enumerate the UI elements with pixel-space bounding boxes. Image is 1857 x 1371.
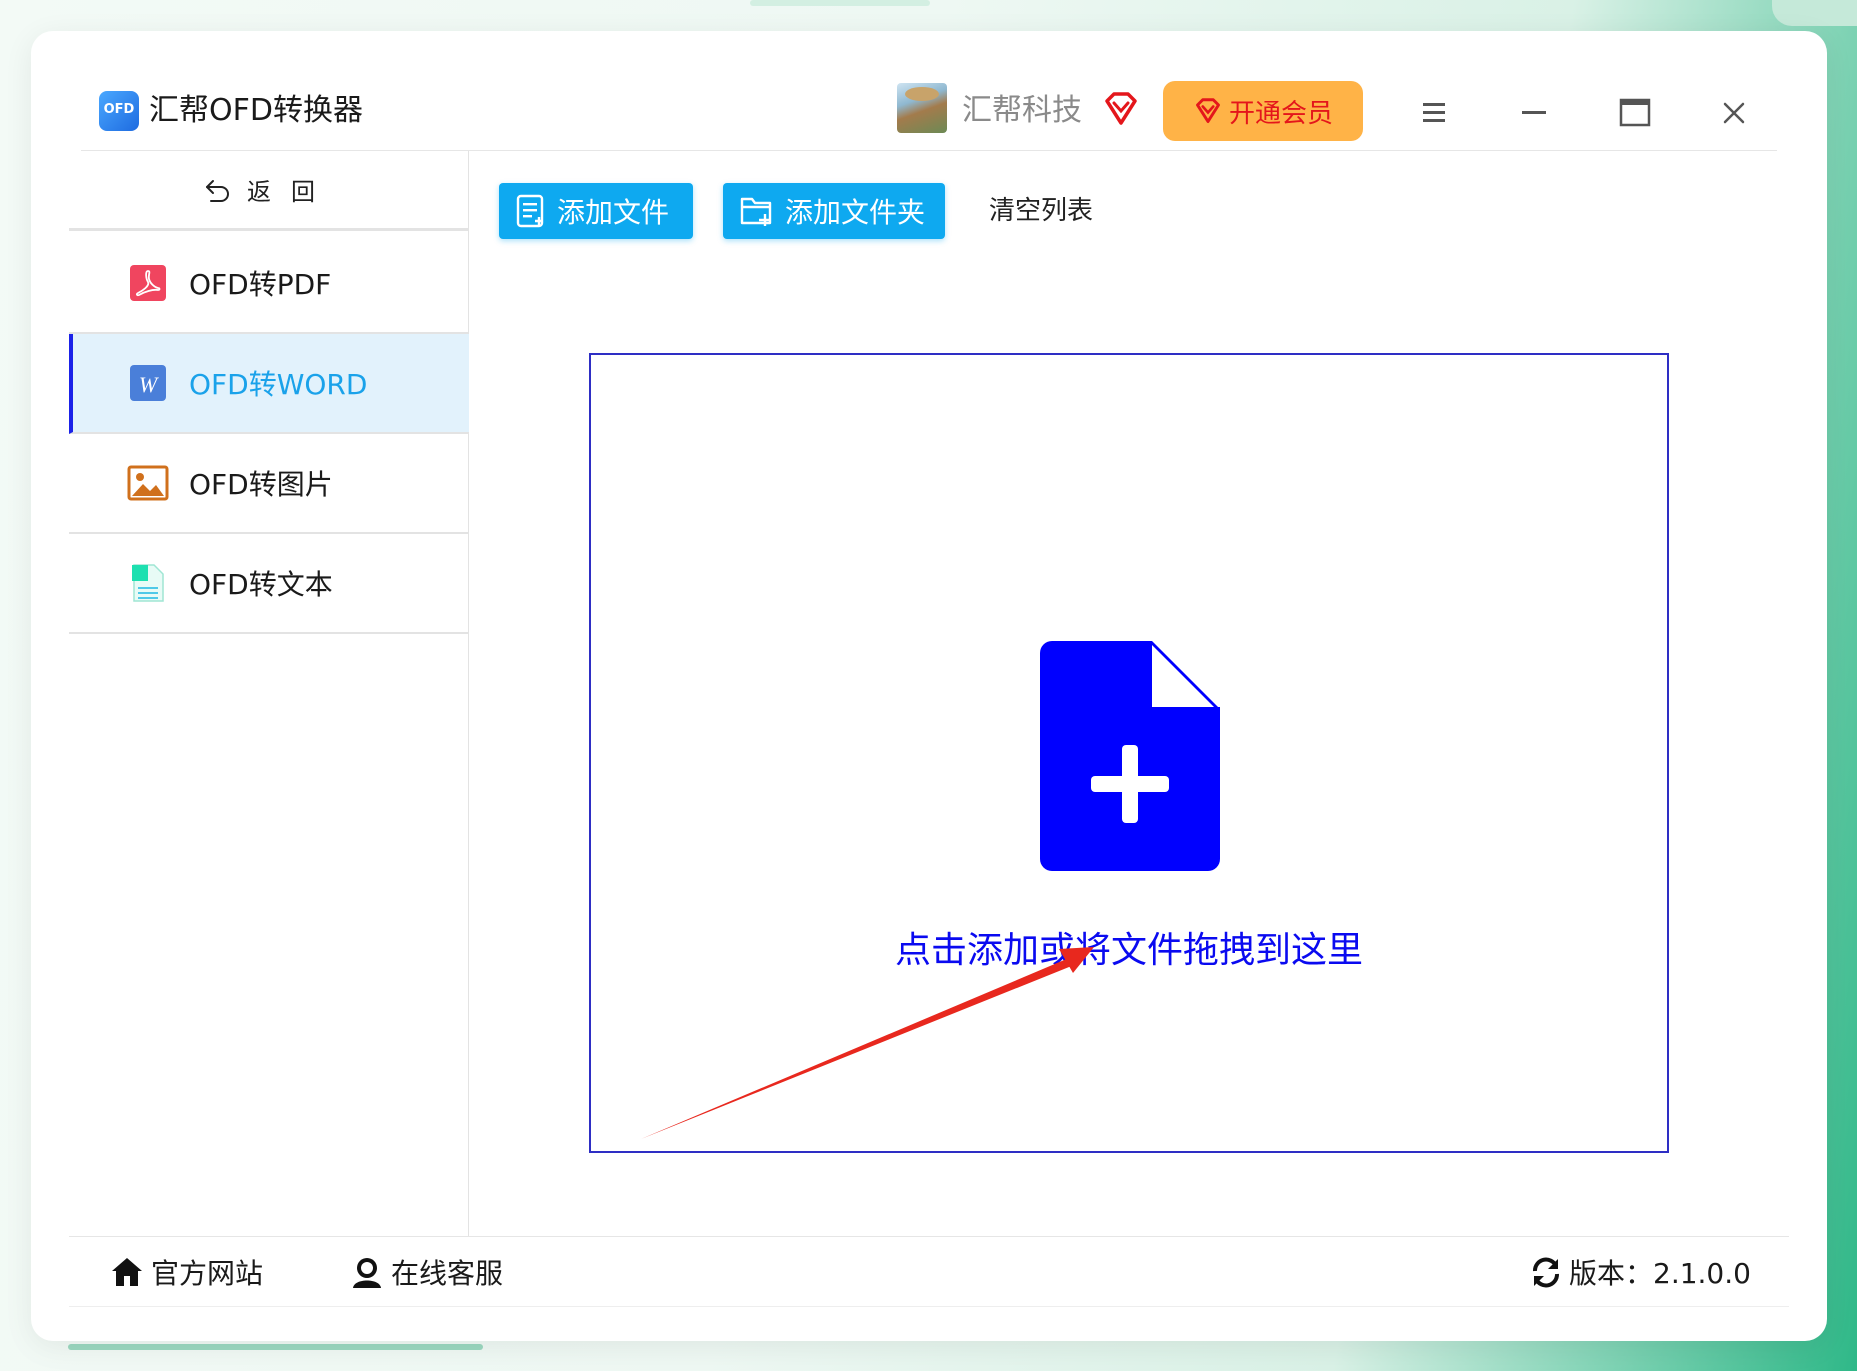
vip-upgrade-button[interactable]: 开通会员 bbox=[1163, 81, 1363, 141]
vip-diamond-icon bbox=[1105, 92, 1137, 125]
add-folder-icon bbox=[740, 197, 772, 226]
sidebar-item-ofd-to-image[interactable]: OFD转图片 bbox=[69, 434, 469, 534]
drop-hint-text: 点击添加或将文件拖拽到这里 bbox=[894, 930, 1363, 971]
title-bar: OFD 汇帮OFD转换器 汇帮科技 开通会员 bbox=[31, 31, 1827, 151]
word-icon: W bbox=[130, 365, 166, 401]
back-label: 返回 bbox=[247, 178, 335, 206]
version-info: 版本：2.1.0.0 bbox=[1529, 1247, 1751, 1297]
text-file-icon bbox=[132, 564, 164, 602]
add-file-icon bbox=[516, 194, 544, 228]
app-title: 汇帮OFD转换器 bbox=[149, 93, 363, 128]
footer-bottom-line bbox=[69, 1306, 1789, 1307]
sidebar-item-ofd-to-text[interactable]: OFD转文本 bbox=[69, 534, 469, 634]
username[interactable]: 汇帮科技 bbox=[962, 89, 1082, 133]
background-glow-right bbox=[1772, 0, 1857, 26]
file-drop-zone[interactable]: 点击添加或将文件拖拽到这里 bbox=[589, 353, 1669, 1153]
support-label: 在线客服 bbox=[391, 1257, 504, 1290]
add-folder-label: 添加文件夹 bbox=[785, 196, 926, 229]
background-glow-bottom bbox=[68, 1344, 483, 1350]
sidebar: 返回 OFD转PDF W OFD转WORD OFD转图片 OFD转文本 bbox=[69, 151, 469, 1236]
sidebar-item-label: OFD转图片 bbox=[189, 468, 333, 501]
footer-divider bbox=[69, 1236, 1789, 1237]
sidebar-item-ofd-to-pdf[interactable]: OFD转PDF bbox=[69, 234, 469, 334]
back-button[interactable]: 返回 bbox=[69, 151, 469, 231]
sidebar-item-label: OFD转WORD bbox=[189, 368, 368, 401]
sidebar-item-ofd-to-word[interactable]: W OFD转WORD bbox=[69, 334, 469, 434]
official-website-link[interactable]: 官方网站 bbox=[109, 1247, 263, 1297]
sidebar-item-label: OFD转PDF bbox=[189, 268, 332, 301]
refresh-icon bbox=[1533, 1257, 1559, 1288]
background-glow-top bbox=[750, 0, 930, 6]
close-icon[interactable] bbox=[1712, 91, 1756, 135]
add-file-button[interactable]: 添加文件 bbox=[499, 183, 693, 239]
app-logo: OFD bbox=[99, 91, 139, 131]
minimize-icon[interactable] bbox=[1512, 91, 1556, 135]
website-label: 官方网站 bbox=[151, 1257, 264, 1290]
maximize-icon[interactable] bbox=[1613, 91, 1657, 135]
pdf-icon bbox=[130, 265, 166, 301]
vip-diamond-icon bbox=[1195, 98, 1220, 123]
version-label: 版本：2.1.0.0 bbox=[1569, 1257, 1751, 1290]
sidebar-item-label: OFD转文本 bbox=[189, 568, 333, 601]
online-support-link[interactable]: 在线客服 bbox=[349, 1247, 503, 1297]
clear-list-button[interactable]: 清空列表 bbox=[989, 191, 1093, 231]
app-window: OFD 汇帮OFD转换器 汇帮科技 开通会员 返回 OFD转PDF W OFD转… bbox=[31, 31, 1827, 1341]
add-document-icon bbox=[1040, 641, 1220, 871]
add-folder-button[interactable]: 添加文件夹 bbox=[723, 183, 945, 239]
avatar[interactable] bbox=[897, 83, 947, 133]
support-agent-icon bbox=[353, 1258, 381, 1288]
vip-button-label: 开通会员 bbox=[1228, 98, 1333, 129]
image-icon bbox=[127, 465, 169, 501]
menu-icon[interactable] bbox=[1412, 91, 1456, 135]
home-icon bbox=[112, 1258, 142, 1286]
back-arrow-icon bbox=[206, 179, 229, 202]
svg-text:W: W bbox=[139, 372, 159, 397]
add-file-label: 添加文件 bbox=[557, 196, 670, 229]
